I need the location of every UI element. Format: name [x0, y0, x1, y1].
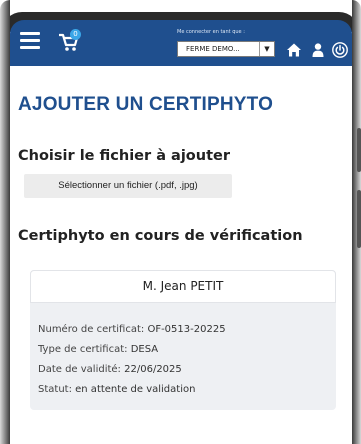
- farm-select-label: Me connecter en tant que :: [177, 29, 245, 35]
- certificate-holder-name: M. Jean PETIT: [30, 270, 336, 303]
- user-icon[interactable]: [310, 42, 326, 58]
- certificate-details: Numéro de certificat: OF-0513-20225 Type…: [38, 320, 226, 400]
- farm-select-value: FERME DEMO...: [186, 45, 240, 53]
- page-title: AJOUTER UN CERTIPHYTO: [18, 94, 274, 115]
- pending-section-title: Certiphyto en cours de vérification: [18, 228, 303, 244]
- validity-date-row: Date de validité: 22/06/2025: [38, 360, 226, 380]
- status-value: en attente de validation: [75, 384, 196, 395]
- cart-count-badge: 0: [70, 29, 81, 40]
- certificate-type-value: DESA: [130, 344, 159, 355]
- file-section-title: Choisir le fichier à ajouter: [18, 148, 231, 164]
- phone-frame: 0 Me connecter en tant que : FERME DEMO.…: [0, 0, 361, 444]
- validity-date-value: 22/06/2025: [124, 364, 182, 375]
- validity-date-label: Date de validité:: [38, 364, 121, 375]
- phone-side-button: [357, 128, 361, 172]
- power-icon[interactable]: [332, 42, 348, 58]
- certificate-number-row: Numéro de certificat: OF-0513-20225: [38, 320, 226, 340]
- hamburger-menu-icon[interactable]: [20, 32, 40, 50]
- status-row: Statut: en attente de validation: [38, 380, 226, 400]
- certificate-number-value: OF-0513-20225: [147, 324, 226, 335]
- app-header: 0 Me connecter en tant que : FERME DEMO.…: [10, 20, 352, 66]
- home-icon[interactable]: [286, 42, 302, 58]
- certificate-number-label: Numéro de certificat:: [38, 324, 145, 335]
- farm-select[interactable]: FERME DEMO... ▼: [177, 41, 275, 57]
- select-file-button[interactable]: Sélectionner un fichier (.pdf, .jpg): [24, 174, 232, 198]
- phone-edge-left: [0, 0, 10, 444]
- chevron-down-icon: ▼: [259, 42, 274, 56]
- status-label: Statut:: [38, 384, 72, 395]
- certificate-type-label: Type de certificat:: [38, 344, 128, 355]
- certificate-type-row: Type de certificat: DESA: [38, 340, 226, 360]
- phone-side-button: [357, 190, 361, 248]
- certificate-card: M. Jean PETIT Numéro de certificat: OF-0…: [30, 270, 336, 410]
